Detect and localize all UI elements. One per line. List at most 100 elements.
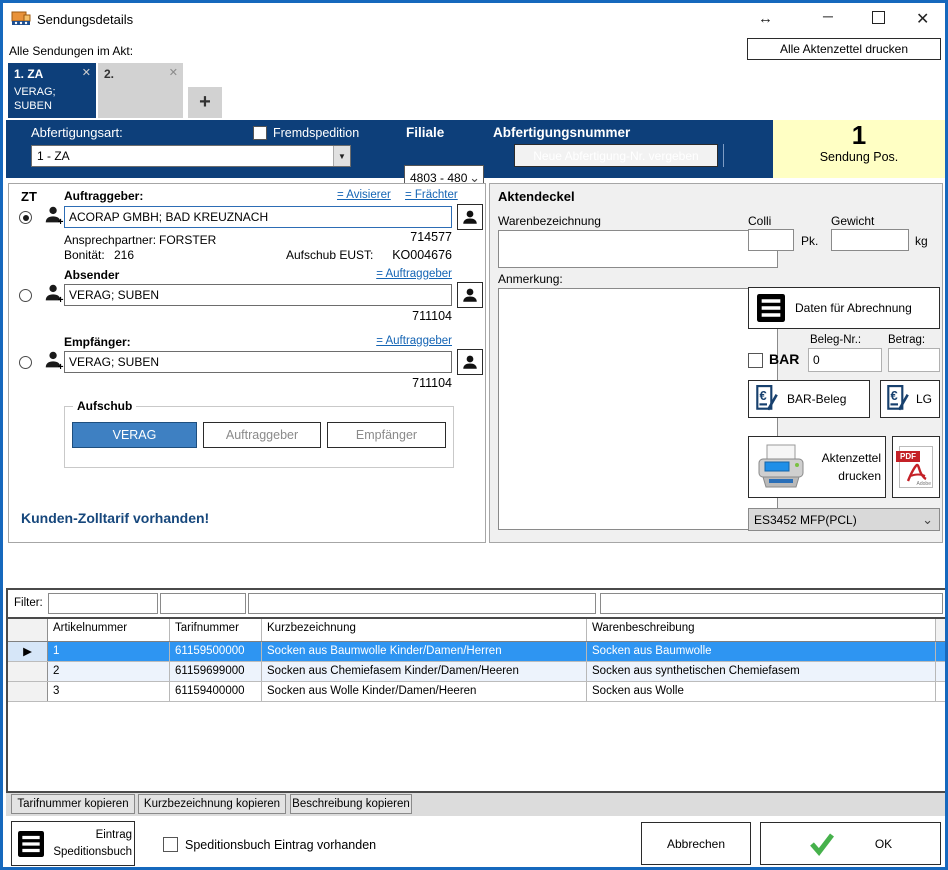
neue-abfertigung-button[interactable]: Neue Abfertigung-Nr. vergeben	[514, 144, 718, 167]
absender-auftraggeber-link[interactable]: = Auftraggeber	[352, 268, 452, 280]
auftraggeber-radio[interactable]	[19, 211, 32, 224]
aufschub-auftraggeber-button[interactable]: Auftraggeber	[203, 422, 321, 448]
svg-text:+: +	[58, 295, 64, 304]
svg-text:+: +	[58, 217, 64, 226]
absender-label: Absender	[64, 268, 119, 282]
resize-icon[interactable]: ↔	[758, 10, 773, 27]
auftraggeber-label: Auftraggeber:	[64, 189, 143, 203]
person-icon	[461, 208, 479, 226]
absender-radio[interactable]	[19, 289, 32, 302]
divider	[723, 144, 724, 167]
cell-kurzbezeichnung: Socken aus Chemiefasem Kinder/Damen/Heer…	[262, 662, 587, 681]
add-person-icon[interactable]: +	[43, 282, 65, 304]
pdf-button[interactable]: PDF Adobe	[892, 436, 940, 498]
gewicht-input[interactable]	[831, 229, 909, 251]
window-title: Sendungsdetails	[37, 12, 133, 27]
betrag-input[interactable]	[888, 348, 940, 372]
sendungsdetails-window: Sendungsdetails ↔ ─ ✕ Alle Aktenzettel d…	[0, 0, 948, 870]
cancel-button[interactable]: Abbrechen	[641, 822, 751, 865]
filter-label: Filter:	[14, 597, 43, 609]
aufschub-eust-value: KO004676	[252, 248, 452, 262]
filter-kurzbezeichnung-input[interactable]	[248, 593, 596, 614]
abfertigungsart-select[interactable]: 1 - ZA ▼	[31, 145, 351, 167]
speditionsbuch-label-1: Eintrag	[96, 829, 132, 841]
abfertigungsnummer-label: Abfertigungsnummer	[493, 125, 630, 140]
tab-title: 1. ZA	[14, 67, 43, 81]
copy-buttons-strip: Tarifnummer kopieren Kurzbezeichnung kop…	[6, 793, 948, 816]
avisierer-link[interactable]: = Avisierer	[337, 189, 391, 201]
tarifnummer-kopieren-button[interactable]: Tarifnummer kopieren	[11, 794, 135, 814]
app-icon	[11, 9, 31, 27]
table-row[interactable]: 2 61159699000 Socken aus Chemiefasem Kin…	[8, 662, 946, 682]
aufschub-empfaenger-button[interactable]: Empfänger	[327, 422, 446, 448]
speditionsbuch-label-2: Speditionsbuch	[53, 846, 132, 858]
bar-checkbox[interactable]	[748, 353, 763, 368]
add-person-icon[interactable]: +	[43, 349, 65, 371]
add-tab-button[interactable]: +	[188, 87, 222, 118]
eintrag-speditionsbuch-button[interactable]: Eintrag Speditionsbuch	[11, 821, 135, 866]
tab-close-icon[interactable]: ✕	[169, 66, 178, 79]
filter-artikelnummer-input[interactable]	[48, 593, 158, 614]
cell-artikelnummer: 3	[48, 682, 170, 701]
articles-table: Artikelnummer Tarifnummer Kurzbezeichnun…	[8, 617, 946, 702]
printer-icon	[753, 443, 809, 491]
minimize-icon[interactable]: ─	[823, 8, 833, 24]
sendung-label: Sendung Pos.	[773, 150, 945, 164]
absender-input[interactable]	[64, 284, 452, 306]
tab-close-icon[interactable]: ✕	[82, 66, 91, 79]
dropdown-arrow-icon[interactable]: ▼	[333, 146, 350, 166]
tabs-label: Alle Sendungen im Akt:	[9, 44, 133, 58]
printer-select[interactable]: ES3452 MFP(PCL) ⌄	[748, 508, 940, 531]
cell-tarifnummer: 61159500000	[170, 642, 262, 661]
bonitaet-label: Bonität:	[64, 248, 105, 262]
warenbezeichnung-label: Warenbezeichnung	[498, 214, 601, 228]
add-person-icon[interactable]: +	[43, 204, 65, 226]
fraechter-link[interactable]: = Frächter	[405, 189, 458, 201]
auftraggeber-contact-button[interactable]	[457, 204, 483, 230]
anmerkung-textarea[interactable]	[498, 288, 778, 530]
fremdspedition-checkbox[interactable]	[253, 126, 267, 140]
empfaenger-input[interactable]	[64, 351, 452, 373]
beschreibung-kopieren-button[interactable]: Beschreibung kopieren	[290, 794, 412, 814]
lg-button[interactable]: € LG	[880, 380, 940, 418]
close-icon[interactable]: ✕	[916, 9, 929, 29]
auftraggeber-input[interactable]	[64, 206, 452, 228]
warenbezeichnung-textarea[interactable]	[498, 230, 778, 268]
kurzbezeichnung-kopieren-button[interactable]: Kurzbezeichnung kopieren	[138, 794, 286, 814]
tab-shipment-2[interactable]: 2. ✕	[98, 63, 183, 118]
col-warenbeschreibung[interactable]: Warenbeschreibung	[587, 619, 936, 641]
zolltarif-note: Kunden-Zolltarif vorhanden!	[21, 510, 209, 526]
empfaenger-radio[interactable]	[19, 356, 32, 369]
lg-label: LG	[916, 392, 932, 406]
ok-button[interactable]: OK	[760, 822, 941, 865]
col-kurzbezeichnung[interactable]: Kurzbezeichnung	[262, 619, 587, 641]
checkmark-icon	[809, 832, 835, 856]
bar-beleg-button[interactable]: € BAR-Beleg	[748, 380, 870, 418]
col-tarifnummer[interactable]: Tarifnummer	[170, 619, 262, 641]
col-artikelnummer[interactable]: Artikelnummer	[48, 619, 170, 641]
filter-warenbeschreibung-input[interactable]	[600, 593, 943, 614]
beleg-nr-input[interactable]	[808, 348, 882, 372]
pdf-icon-text: PDF	[896, 451, 920, 462]
abfertigung-band: Abfertigungsart: 1 - ZA ▼ Fremdspedition…	[6, 120, 948, 178]
cell-sliver	[936, 662, 946, 681]
list-icon	[18, 831, 44, 857]
table-row[interactable]: ▶ 1 61159500000 Socken aus Baumwolle Kin…	[8, 642, 946, 662]
absender-contact-button[interactable]	[457, 282, 483, 308]
table-row[interactable]: 3 61159400000 Socken aus Wolle Kinder/Da…	[8, 682, 946, 702]
filter-tarifnummer-input[interactable]	[160, 593, 246, 614]
daten-abrechnung-button[interactable]: Daten für Abrechnung	[748, 287, 940, 329]
speditionsbuch-checkbox[interactable]	[163, 837, 178, 852]
tab-shipment-1[interactable]: 1. ZA ✕ VERAG; SUBEN	[8, 63, 96, 118]
alle-aktenzettel-drucken-button[interactable]: Alle Aktenzettel drucken	[747, 38, 941, 60]
colli-input[interactable]	[748, 229, 794, 251]
row-selector	[8, 682, 48, 701]
aktenzettel-drucken-button[interactable]: Aktenzettel drucken	[748, 436, 886, 498]
sendung-count: 1	[773, 120, 945, 150]
cell-warenbeschreibung: Socken aus Baumwolle	[587, 642, 936, 661]
empfaenger-auftraggeber-link[interactable]: = Auftraggeber	[352, 335, 452, 347]
empfaenger-label: Empfänger:	[64, 335, 131, 349]
empfaenger-contact-button[interactable]	[457, 349, 483, 375]
maximize-icon[interactable]	[872, 11, 885, 24]
aufschub-verag-button[interactable]: VERAG	[72, 422, 197, 448]
